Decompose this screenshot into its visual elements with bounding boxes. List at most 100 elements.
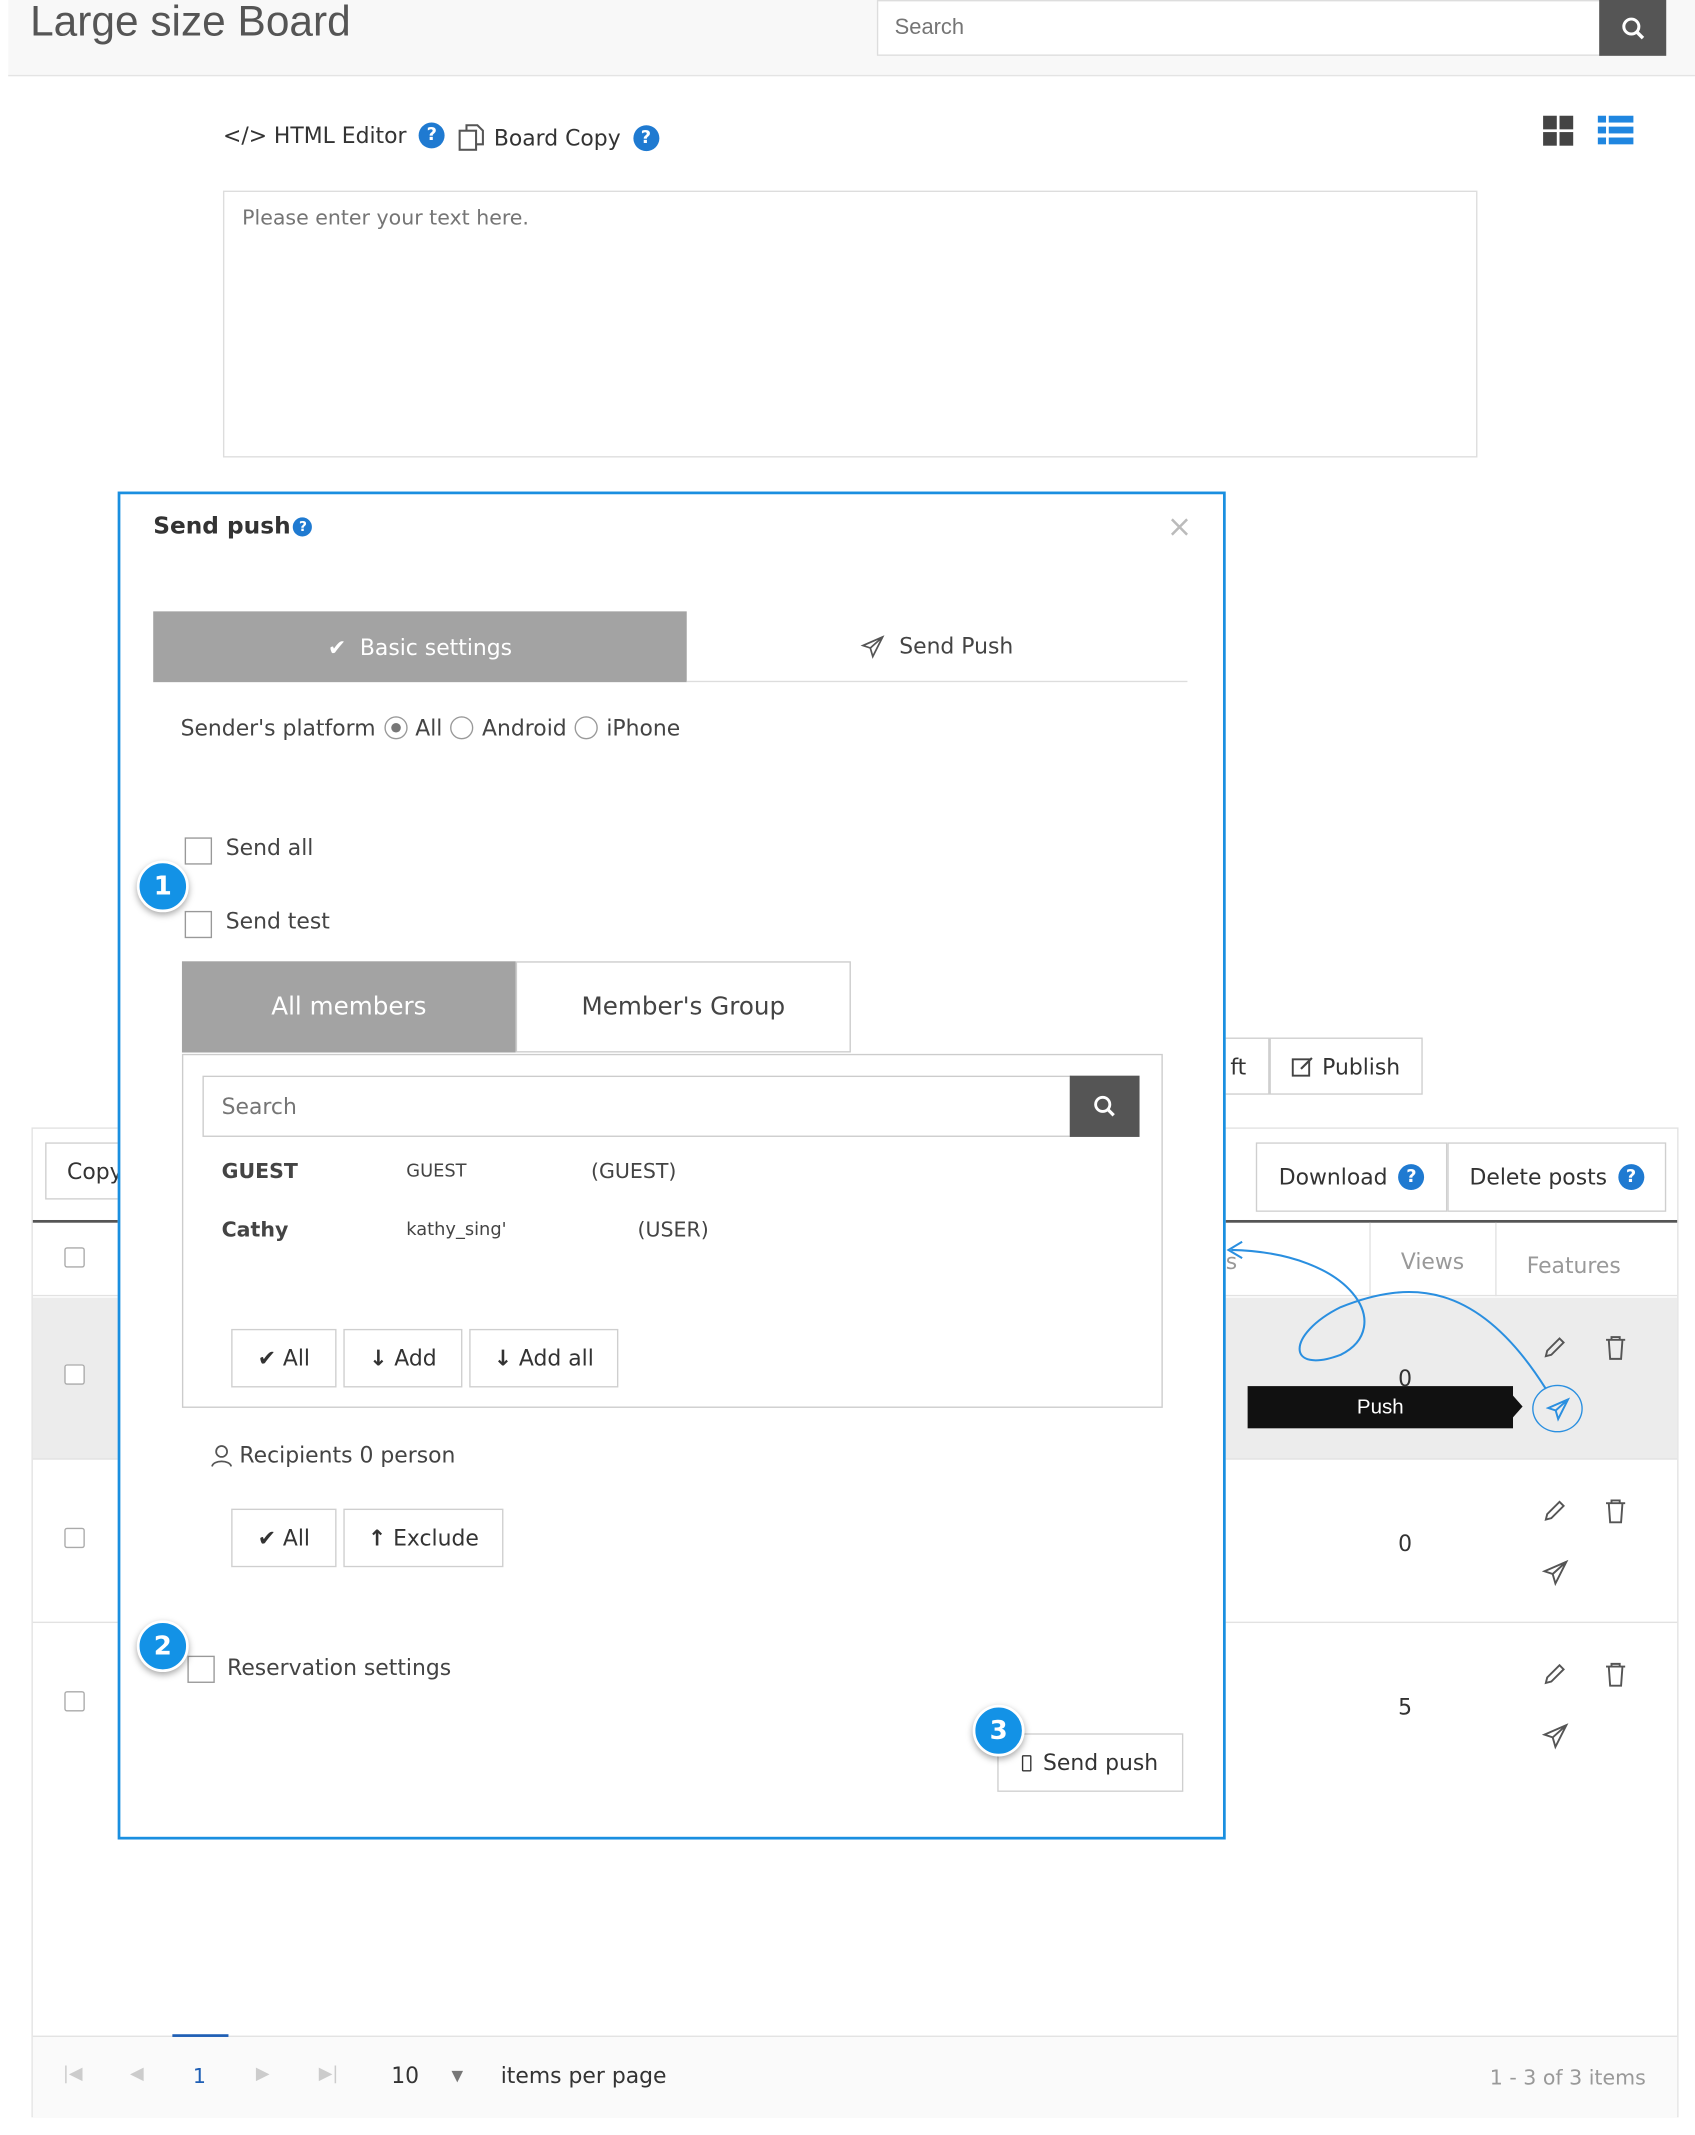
member-search-button[interactable] [1069,1075,1140,1137]
send-test-label: Send test [225,908,330,935]
page-title: Large size Board [30,0,351,45]
download-button[interactable]: Download? [1255,1142,1448,1212]
publish-button[interactable]: Publish [1269,1037,1423,1095]
button-label: Add all [518,1345,594,1372]
select-all-members-button[interactable]: ✔ All [231,1328,337,1388]
platform-radio-iphone[interactable] [574,716,599,740]
page-size-value[interactable]: 10 [391,2063,419,2089]
recipients-count: Recipients 0 person [209,1442,455,1468]
html-editor-button[interactable]: </> HTML Editor ? [222,122,445,149]
row-checkbox[interactable] [64,1364,85,1385]
select-all-checkbox[interactable] [64,1247,85,1268]
prev-page-icon[interactable]: ◀ [130,2064,144,2084]
copy-label: Copy [67,1158,123,1184]
search-icon [1621,16,1644,39]
help-icon[interactable]: ? [293,517,313,537]
header-search-button[interactable] [1599,0,1667,56]
html-editor-label: HTML Editor [273,122,407,149]
button-label: All [282,1345,311,1372]
next-page-icon[interactable]: ▶ [256,2064,270,2084]
reservation-label: Reservation settings [227,1654,452,1681]
send-test-checkbox[interactable] [184,910,213,939]
member-id: GUEST [406,1161,467,1182]
send-push-icon[interactable] [1541,1722,1569,1750]
trash-icon[interactable] [1603,1498,1628,1525]
send-push-icon[interactable] [1541,1559,1569,1587]
button-label: Add [394,1345,437,1372]
button-label: All [282,1524,311,1551]
member-role: (USER) [637,1217,709,1242]
help-icon[interactable]: ? [1398,1164,1425,1191]
recipients-label: Recipients 0 person [239,1441,456,1468]
code-icon: </> [222,122,268,149]
editor-textarea[interactable] [222,190,1478,458]
check-icon: ✔ [257,1345,277,1372]
edit-pencil-icon[interactable] [1540,1661,1567,1688]
row-checkbox[interactable] [64,1691,85,1712]
tab-basic-settings[interactable]: ✔ Basic settings [153,611,687,683]
board-copy-label: Board Copy [493,124,621,151]
page: Large size Board </> HTML Editor ? Board… [0,0,1695,2135]
send-push-modal: Send push ? × ✔ Basic settings Send Push… [117,491,1226,1840]
exclude-recipient-button[interactable]: ↑ Exclude [343,1508,504,1568]
platform-label: Sender's platform [180,714,376,741]
modal-title: Send push ? [153,513,313,541]
add-member-button[interactable]: ↓ Add [343,1328,463,1388]
select-all-recipients-button[interactable]: ✔ All [231,1508,337,1568]
annotation-arrow [1226,1240,1547,1390]
tab-send-push[interactable]: Send Push [686,611,1188,683]
platform-radio-android[interactable] [450,716,474,740]
first-page-icon[interactable]: |◀ [63,2064,83,2084]
tab-send-push-label: Send Push [899,633,1014,660]
tab-basic-settings-label: Basic settings [359,633,513,660]
page-current-indicator [172,2034,229,2037]
platform-selector: Sender's platform All Android iPhone [181,715,681,741]
check-icon: ✔ [257,1524,277,1551]
member-name: Cathy [221,1217,289,1242]
header-search-input[interactable] [876,0,1602,56]
mobile-icon [1022,1754,1033,1771]
views-cell: 0 [1398,1530,1413,1557]
tab-members-group[interactable]: Member's Group [515,961,851,1053]
last-page-icon[interactable]: ▶| [319,2064,339,2084]
page-number[interactable]: 1 [193,2064,206,2089]
tab-all-members[interactable]: All members [181,961,516,1053]
edit-square-icon [1292,1056,1314,1076]
platform-option-label: iPhone [606,714,681,741]
annotation-badge: 3 [972,1704,1025,1757]
row-checkbox[interactable] [64,1527,85,1549]
delete-posts-button[interactable]: Delete posts? [1447,1142,1667,1212]
button-label: Exclude [393,1524,479,1551]
send-push-icon [860,634,885,659]
check-icon: ✔ [327,633,347,660]
list-item[interactable]: Cathy kathy_sing' (USER) [222,1217,1098,1244]
board-copy-button[interactable]: Board Copy ? [457,123,659,153]
search-icon [1094,1095,1115,1117]
help-icon[interactable]: ? [632,124,659,151]
member-name: GUEST [221,1158,298,1184]
chevron-down-icon[interactable]: ▼ [451,2067,463,2085]
edit-pencil-icon[interactable] [1540,1498,1567,1525]
help-icon[interactable]: ? [1618,1164,1645,1191]
send-all-checkbox[interactable] [184,837,213,865]
send-push-button[interactable]: Send push [997,1733,1184,1792]
trash-icon[interactable] [1603,1661,1628,1688]
list-view-icon[interactable] [1597,115,1634,146]
member-search-input[interactable] [202,1075,1072,1137]
annotation-badge: 1 [136,860,189,913]
download-label: Download [1278,1164,1388,1191]
close-icon[interactable]: × [1167,511,1192,545]
platform-option-label: All [415,714,443,741]
trash-icon[interactable] [1603,1334,1628,1361]
list-item[interactable]: GUEST GUEST (GUEST) [222,1159,1098,1186]
reservation-checkbox[interactable] [187,1655,215,1683]
add-all-members-button[interactable]: ↓ Add all [469,1328,619,1388]
grid-view-icon[interactable] [1543,115,1574,146]
arrow-down-icon: ↓ [493,1345,513,1372]
pagination-summary: 1 - 3 of 3 items [1489,2065,1646,2091]
platform-option-label: Android [482,714,567,741]
platform-radio-all[interactable] [383,716,408,740]
items-per-page-label: items per page [500,2062,667,2089]
help-icon[interactable]: ? [418,122,445,149]
arrow-down-icon: ↓ [369,1345,388,1372]
